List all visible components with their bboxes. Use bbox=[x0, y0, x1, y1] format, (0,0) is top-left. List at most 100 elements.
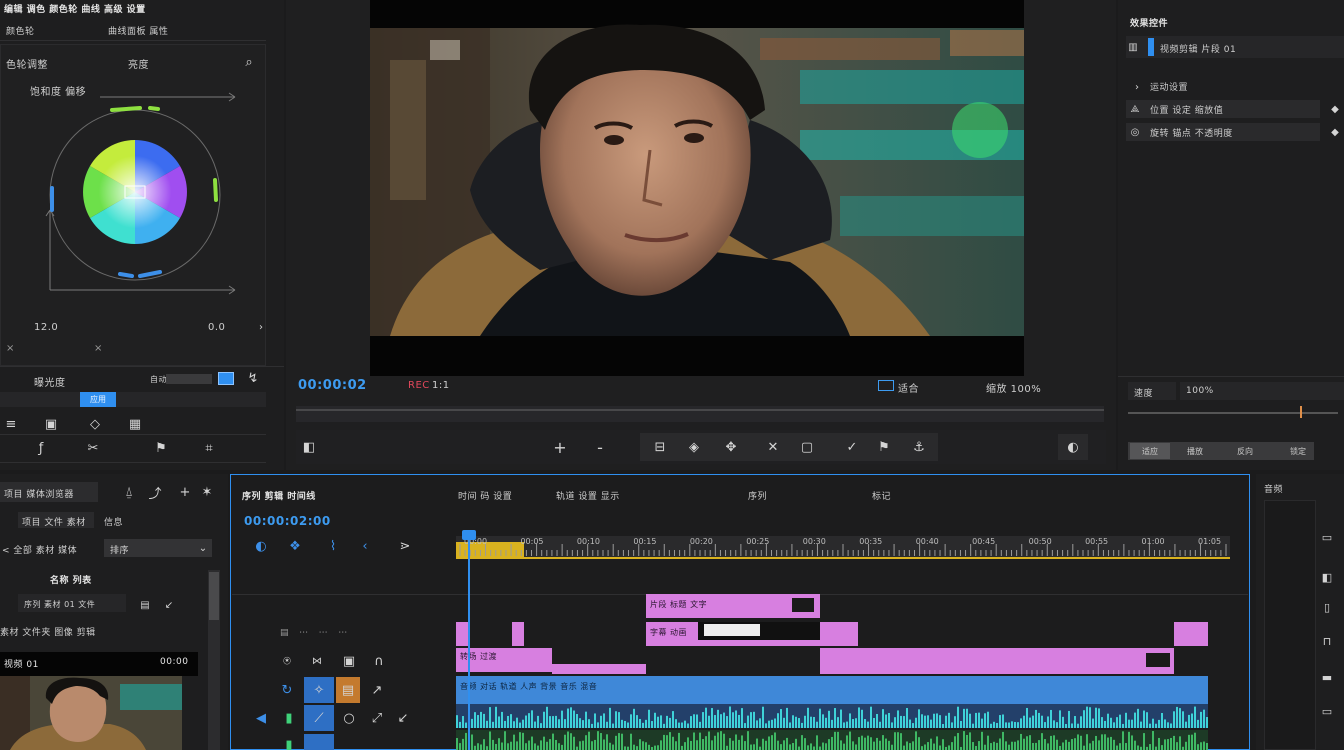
clip-pink-right[interactable] bbox=[1174, 622, 1208, 646]
list-item-pin-icon[interactable]: ↙ bbox=[160, 596, 178, 614]
audio-toggle-icon[interactable]: ◐ bbox=[1064, 438, 1082, 456]
track-v1-lock-icon[interactable]: ↻ bbox=[278, 681, 296, 699]
snap-icon[interactable]: ◐ bbox=[252, 537, 270, 555]
preview-ruler[interactable] bbox=[296, 398, 1104, 424]
razor-icon[interactable]: ‹ bbox=[356, 537, 374, 555]
mark-in-icon[interactable]: ⊟ bbox=[651, 438, 669, 456]
waveform-bar bbox=[522, 732, 524, 750]
thumbnail-image bbox=[0, 676, 182, 750]
timeline-ruler[interactable]: 00:00 00:05 00:10 00:15 00:20 00:25 00:30 00:35… bbox=[456, 532, 1230, 560]
add-icon[interactable]: + bbox=[176, 483, 194, 501]
marker-icon[interactable]: ⚑ bbox=[152, 439, 170, 457]
search-icon[interactable]: ⌕ bbox=[240, 53, 258, 71]
effect-icon[interactable]: ✥ bbox=[722, 438, 740, 456]
mixer-icon[interactable]: ⊓ bbox=[1318, 632, 1336, 650]
zoom-indicator[interactable] bbox=[878, 380, 894, 391]
track-v2-lock-icon[interactable]: ⍟ bbox=[278, 652, 296, 670]
project-subtab-info[interactable]: 信息 bbox=[104, 515, 123, 528]
exposure-toggle[interactable] bbox=[218, 372, 234, 385]
ruler-label: 00:40 bbox=[916, 537, 939, 546]
play-button[interactable]: 播放 bbox=[1180, 443, 1210, 459]
zoom-label[interactable]: 适合 bbox=[898, 380, 919, 395]
track-a1-pin-icon[interactable]: ⤢ bbox=[368, 709, 386, 727]
color-wheel[interactable] bbox=[40, 90, 240, 300]
audio-waveform[interactable] bbox=[456, 704, 1208, 750]
waveform-bar bbox=[738, 739, 740, 750]
playhead-handle[interactable] bbox=[462, 530, 476, 540]
tab-curves[interactable]: 曲线面板 属性 bbox=[108, 24, 168, 37]
project-search-label[interactable]: < 全部 素材 媒体 bbox=[2, 543, 77, 556]
track-a1-solo-icon[interactable]: ○ bbox=[340, 709, 358, 727]
meter-icon[interactable]: ▯ bbox=[1318, 598, 1336, 616]
timeline-marker-icon[interactable]: ⌇ bbox=[324, 537, 342, 555]
apply-button[interactable]: 应用 bbox=[80, 392, 116, 407]
list-item-icon[interactable]: ▤ bbox=[136, 596, 154, 614]
waveform-bar bbox=[975, 712, 977, 728]
clip-pink-b[interactable] bbox=[512, 622, 524, 646]
clip-thumbnail[interactable] bbox=[0, 676, 182, 750]
track-a2-mic-icon[interactable]: ▮ bbox=[280, 736, 298, 750]
clip-pink-low-c[interactable] bbox=[820, 648, 1174, 674]
reverse-button[interactable]: 反向 bbox=[1230, 443, 1260, 459]
fit-icon[interactable]: ▢ bbox=[798, 438, 816, 456]
layout-icon[interactable]: ◧ bbox=[300, 438, 318, 456]
mute-icon[interactable]: ▭ bbox=[1318, 528, 1336, 546]
track-v2-mute-icon[interactable]: ∩ bbox=[370, 652, 388, 670]
cut-icon[interactable]: ✕ bbox=[764, 438, 782, 456]
keyframe-icon-1[interactable]: ◆ bbox=[1326, 100, 1344, 118]
lock-icon[interactable]: ▣ bbox=[42, 415, 60, 433]
speed-slider[interactable] bbox=[1128, 412, 1338, 414]
timeline-timecode[interactable]: 00:00:02:00 bbox=[244, 514, 331, 528]
track-v2-sync-icon[interactable]: ⋈ bbox=[308, 652, 326, 670]
waveform-bar bbox=[912, 723, 914, 728]
track-v2-eye-icon[interactable]: ▣ bbox=[340, 652, 358, 670]
waveform-bar bbox=[1146, 712, 1148, 728]
reset-icon[interactable]: ↯ bbox=[244, 369, 262, 387]
waveform-bar bbox=[510, 714, 512, 728]
grid-icon[interactable]: ▦ bbox=[126, 415, 144, 433]
project-scrollbar-thumb[interactable] bbox=[209, 572, 219, 620]
video-frame[interactable] bbox=[370, 0, 1024, 376]
project-subtab-files[interactable]: 项目 文件 素材 bbox=[22, 515, 86, 528]
waveform-bar bbox=[843, 722, 845, 728]
track-a1-mute-icon[interactable]: ↙ bbox=[394, 709, 412, 727]
chevron-right-icon[interactable]: › bbox=[252, 318, 270, 336]
tab-color-wheel[interactable]: 颜色轮 bbox=[6, 24, 35, 37]
fit-button[interactable]: 适应 bbox=[1130, 443, 1170, 459]
diamond-icon[interactable]: ◇ bbox=[86, 415, 104, 433]
settings-icon[interactable]: ▭ bbox=[1318, 702, 1336, 720]
solo-icon[interactable]: ◧ bbox=[1318, 568, 1336, 586]
waveform-bar bbox=[1167, 739, 1169, 750]
track-a2-target[interactable] bbox=[304, 734, 334, 750]
exposure-slider[interactable] bbox=[166, 374, 212, 384]
lock-button[interactable]: 锁定 bbox=[1284, 443, 1312, 459]
track-v1-mute-icon[interactable]: ↗ bbox=[368, 681, 386, 699]
keyframe-icon-2[interactable]: ◆ bbox=[1326, 123, 1344, 141]
waveform-bar bbox=[1125, 712, 1127, 728]
waveform-bar bbox=[594, 713, 596, 728]
link-clips-icon[interactable]: ❖ bbox=[286, 537, 304, 555]
add-marker-button[interactable]: + bbox=[551, 438, 569, 457]
preview-right-controls[interactable]: 缩放 100% bbox=[986, 380, 1041, 395]
project-tab[interactable]: 项目 媒体浏览器 bbox=[4, 487, 74, 500]
fx-icon[interactable]: ƒ bbox=[32, 439, 50, 457]
chevron-down-icon[interactable]: ⌄ bbox=[194, 539, 212, 557]
crop-icon[interactable]: ⌗ bbox=[200, 439, 218, 457]
mask-icon[interactable]: ◈ bbox=[685, 438, 703, 456]
anchor-icon[interactable]: ⚓ bbox=[910, 438, 928, 456]
link-icon[interactable]: ⤴ bbox=[146, 483, 164, 502]
scissors-icon[interactable]: ✂ bbox=[84, 439, 102, 457]
flag-icon[interactable]: ⚑ bbox=[875, 438, 893, 456]
list-icon[interactable]: ≡ bbox=[2, 415, 20, 433]
wand-icon[interactable]: ✶ bbox=[198, 483, 216, 501]
expand-icon[interactable]: › bbox=[1128, 78, 1146, 96]
ripple-icon[interactable]: ⋗ bbox=[396, 537, 414, 555]
level-icon[interactable]: ▬ bbox=[1318, 668, 1336, 686]
remove-marker-button[interactable]: - bbox=[591, 438, 609, 457]
upload-icon[interactable]: ⍙ bbox=[120, 483, 138, 501]
preview-timecode[interactable]: 00:00:02 bbox=[298, 378, 367, 393]
track-a1-speaker-icon[interactable]: ◀ bbox=[252, 709, 270, 727]
check-icon[interactable]: ✓ bbox=[843, 438, 861, 456]
clip-pink-low-b[interactable] bbox=[552, 664, 646, 674]
track-a1-mic-icon[interactable]: ▮ bbox=[280, 709, 298, 727]
